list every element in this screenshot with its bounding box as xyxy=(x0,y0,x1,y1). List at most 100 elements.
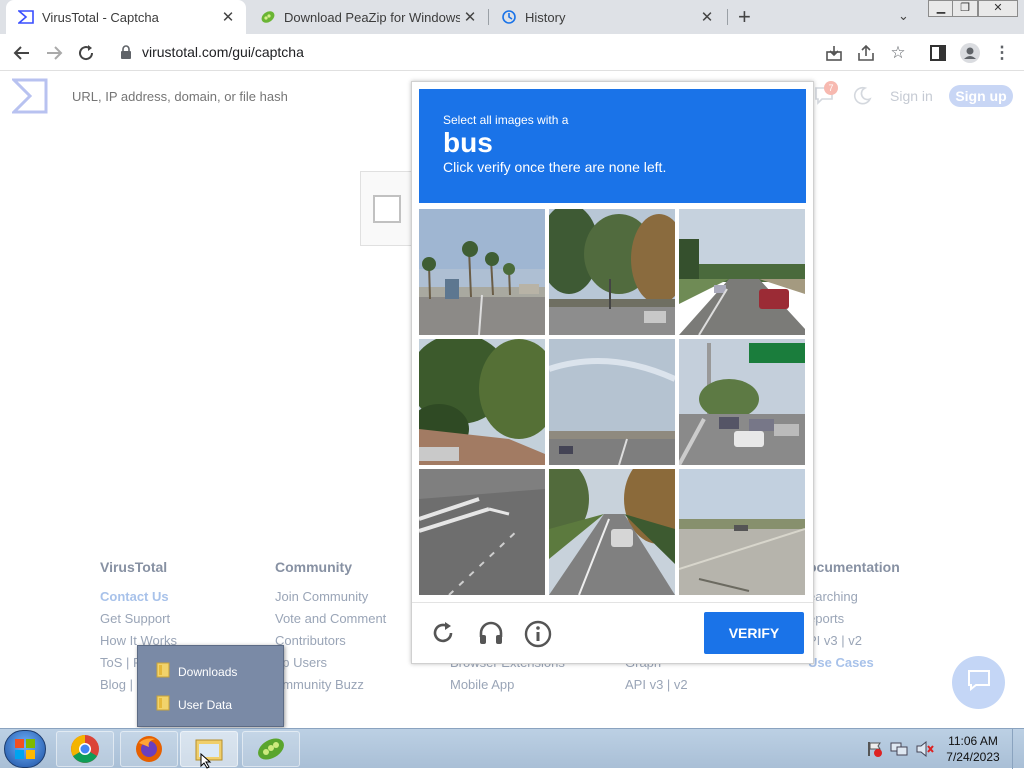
new-tab-button[interactable]: + xyxy=(738,4,751,30)
forward-icon[interactable] xyxy=(42,41,66,65)
footer-link[interactable]: Contact Us xyxy=(100,586,177,608)
footer-link[interactable]: Use Cases xyxy=(808,652,900,674)
reload-icon[interactable] xyxy=(430,620,456,651)
back-icon[interactable] xyxy=(10,41,34,65)
road-red-car-image xyxy=(679,209,805,335)
street-palm-trees-bus-image xyxy=(419,209,545,335)
sidebar-icon[interactable] xyxy=(926,41,950,65)
start-button[interactable] xyxy=(4,730,46,768)
virustotal-icon xyxy=(18,9,34,25)
jumplist-label: User Data xyxy=(178,697,233,712)
tab-peazip[interactable]: Download PeaZip for Windows 6 ✕ xyxy=(248,0,488,34)
footer-heading: ocumentation xyxy=(808,559,900,575)
history-icon xyxy=(501,9,517,25)
tab-virustotal[interactable]: VirusTotal - Captcha ✕ xyxy=(6,0,246,34)
folder-icon xyxy=(156,695,170,714)
taskbar-firefox[interactable] xyxy=(120,731,178,767)
audio-headphones-icon[interactable] xyxy=(477,619,505,652)
highway-traffic-sign-image xyxy=(679,339,805,465)
close-window-button[interactable]: ✕ xyxy=(978,0,1018,17)
taskbar-peazip[interactable] xyxy=(242,731,300,767)
jumplist-label: Downloads xyxy=(178,664,238,679)
captcha-tile[interactable] xyxy=(419,339,545,465)
captcha-tile[interactable] xyxy=(679,209,805,335)
footer-link[interactable]: Join Community xyxy=(275,586,386,608)
chevron-down-icon[interactable]: ⌄ xyxy=(898,8,909,24)
captcha-divider xyxy=(412,602,813,603)
footer-link[interactable]: PI v3 | v2 xyxy=(808,630,900,652)
close-icon[interactable]: ✕ xyxy=(460,8,480,26)
captcha-target: bus xyxy=(443,127,493,158)
footer-link[interactable]: ommunity Buzz xyxy=(275,674,386,696)
captcha-tile[interactable] xyxy=(549,209,675,335)
search-input[interactable] xyxy=(72,84,392,108)
close-icon[interactable]: ✕ xyxy=(218,8,238,26)
tab-strip: VirusTotal - Captcha ✕ Download PeaZip f… xyxy=(0,0,1024,34)
crosswalk-road-image xyxy=(419,469,545,595)
captcha-instruction: Select all images with a xyxy=(443,113,569,127)
install-icon[interactable] xyxy=(822,41,846,65)
footer-link[interactable]: eports xyxy=(808,608,900,630)
captcha-tile[interactable] xyxy=(679,469,805,595)
chat-icon xyxy=(967,669,991,696)
footer-heading: Community xyxy=(275,559,352,575)
footer-heading: VirusTotal xyxy=(100,559,168,575)
jumplist-item-downloads[interactable]: Downloads xyxy=(156,662,237,681)
star-icon[interactable]: ☆ xyxy=(886,41,910,65)
footer-link[interactable]: Mobile App xyxy=(450,674,565,696)
footer-link[interactable]: API v3 | v2 xyxy=(625,674,688,696)
profile-avatar-icon[interactable] xyxy=(958,41,982,65)
dark-mode-icon[interactable] xyxy=(852,86,872,111)
tab-history[interactable]: History ✕ xyxy=(489,0,725,34)
tab-title: Download PeaZip for Windows 6 xyxy=(284,9,460,25)
tree-lined-road-car-image xyxy=(549,469,675,595)
system-clock[interactable]: 11:06 AM 7/24/2023 xyxy=(940,733,1006,765)
taskbar: 11:06 AM 7/24/2023 xyxy=(0,728,1024,769)
captcha-tile[interactable] xyxy=(549,339,675,465)
taskbar-chrome[interactable] xyxy=(56,731,114,767)
menu-kebab-icon[interactable]: ⋮ xyxy=(990,41,1014,65)
windows-logo-icon xyxy=(15,739,35,759)
captcha-tile[interactable] xyxy=(549,469,675,595)
tab-title: History xyxy=(525,9,566,25)
footer-link[interactable]: op Users xyxy=(275,652,386,674)
sign-in-link[interactable]: Sign in xyxy=(890,88,933,104)
url-text: virustotal.com/gui/captcha xyxy=(142,44,304,60)
footer-col-documentation: ocumentation earching eports PI v3 | v2 … xyxy=(808,556,900,674)
notification-badge: 7 xyxy=(824,81,838,95)
verify-button[interactable]: VERIFY xyxy=(704,612,804,654)
captcha-checkbox[interactable] xyxy=(373,195,401,223)
footer-link[interactable]: Get Support xyxy=(100,608,177,630)
footer-link[interactable]: Contributors xyxy=(275,630,386,652)
lock-icon[interactable] xyxy=(120,45,132,64)
footer-link[interactable]: Vote and Comment xyxy=(275,608,386,630)
footer-col-community: Community Join Community Vote and Commen… xyxy=(275,556,386,696)
reload-icon[interactable] xyxy=(74,41,98,65)
footer-link[interactable]: earching xyxy=(808,586,900,608)
share-icon[interactable] xyxy=(854,41,878,65)
volume-muted-icon[interactable] xyxy=(916,740,934,762)
info-icon[interactable] xyxy=(524,620,552,653)
jumplist-item-user-data[interactable]: User Data xyxy=(156,695,232,714)
sign-up-button[interactable]: Sign up xyxy=(949,85,1013,107)
network-icon[interactable] xyxy=(890,741,908,762)
action-center-flag-icon[interactable] xyxy=(866,741,882,762)
mouse-cursor-icon xyxy=(200,752,212,774)
firefox-icon xyxy=(136,736,162,762)
clock-date: 7/24/2023 xyxy=(946,750,1000,764)
minimize-button[interactable]: ▁ xyxy=(928,0,954,17)
open-road-field-image xyxy=(679,469,805,595)
captcha-tile[interactable] xyxy=(679,339,805,465)
chat-button[interactable] xyxy=(952,656,1005,709)
address-bar[interactable]: virustotal.com/gui/captcha xyxy=(110,37,920,67)
taskbar-jumplist: Downloads User Data xyxy=(137,645,284,727)
captcha-tile[interactable] xyxy=(419,469,545,595)
captcha-tile[interactable] xyxy=(419,209,545,335)
restore-button[interactable]: ❐ xyxy=(952,0,978,17)
show-desktop-button[interactable] xyxy=(1012,729,1024,769)
chrome-icon xyxy=(71,735,99,763)
peazip-icon xyxy=(258,738,284,760)
close-icon[interactable]: ✕ xyxy=(697,8,717,26)
trees-canopy-image xyxy=(419,339,545,465)
virustotal-logo-icon[interactable] xyxy=(10,78,48,119)
